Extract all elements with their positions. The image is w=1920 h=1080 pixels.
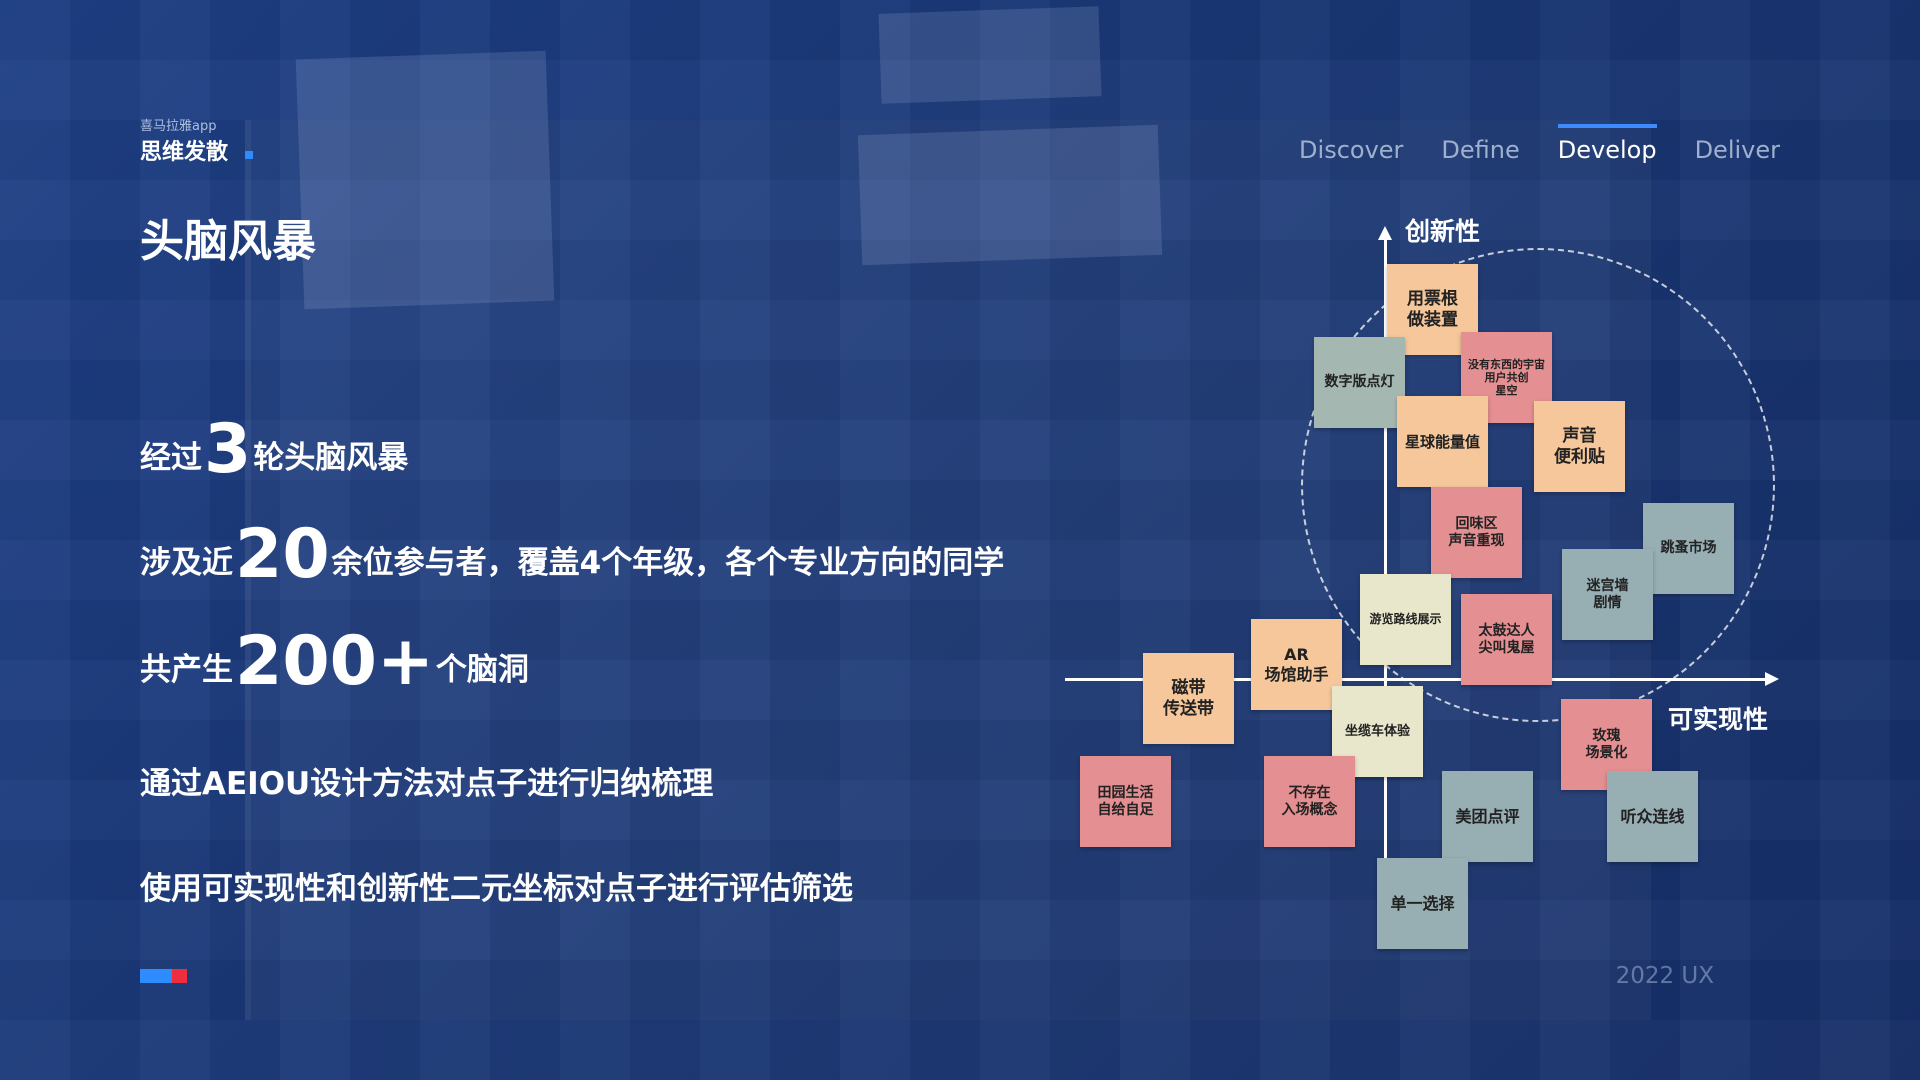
note-text: 回味区 声音重现 — [1448, 515, 1505, 549]
sticky-note: 美团点评 — [1442, 771, 1533, 862]
y-axis-arrow-icon — [1378, 226, 1392, 240]
stat-number: 20 — [235, 515, 330, 594]
stat-text: 共产生 — [140, 652, 233, 688]
accent-bar-red — [172, 969, 187, 983]
note-text: 田园生活 自给自足 — [1097, 784, 1154, 818]
sticky-note: 数字版点灯 — [1314, 337, 1405, 428]
background-paper-sheet — [878, 6, 1102, 104]
sticky-note: 游览路线展示 — [1360, 574, 1451, 665]
sticky-note: 听众连线 — [1607, 771, 1698, 862]
stat-line-rounds: 经过3轮头脑风暴 — [140, 410, 408, 489]
x-axis-label: 可实现性 — [1668, 705, 1769, 734]
y-axis-label: 创新性 — [1405, 217, 1481, 246]
note-text: 美团点评 — [1455, 806, 1520, 826]
sticky-note: 星球能量值 — [1397, 396, 1488, 487]
section-title: 思维发散 — [140, 140, 229, 165]
stat-text: 经过 — [140, 440, 202, 476]
stat-text: 余位参与者，覆盖4个年级，各个专业方向的同学 — [331, 545, 1005, 581]
tab-deliver[interactable]: Deliver — [1695, 136, 1780, 168]
sticky-note: 太鼓达人 尖叫鬼屋 — [1461, 594, 1552, 685]
watermark: 2022 UX — [1615, 963, 1714, 989]
note-text: 声音 便利贴 — [1554, 426, 1605, 467]
slide: 喜马拉雅app 思维发散 Discover Define Develop Del… — [0, 0, 1920, 1080]
stat-text: 个脑洞 — [435, 652, 529, 688]
note-text: 坐缆车体验 — [1344, 723, 1410, 739]
note-text: 数字版点灯 — [1324, 374, 1395, 391]
tab-discover[interactable]: Discover — [1299, 136, 1403, 168]
background-paper-sheet — [295, 50, 555, 310]
note-text: 没有东西的宇宙 用户共创 星空 — [1468, 357, 1545, 398]
section-dot — [245, 151, 253, 159]
note-text: 玫瑰 场景化 — [1585, 727, 1628, 761]
stat-line-ideas: 共产生200+个脑洞 — [140, 622, 529, 701]
sticky-note: AR 场馆助手 — [1251, 619, 1342, 710]
app-name: 喜马拉雅app — [140, 119, 217, 134]
note-text: 磁带 传送带 — [1163, 678, 1214, 719]
sticky-note: 迷宫墙 剧情 — [1562, 549, 1653, 640]
x-axis-arrow-icon — [1765, 672, 1779, 686]
note-text: 迷宫墙 剧情 — [1586, 577, 1629, 611]
phase-tabs: Discover Define Develop Deliver — [1299, 124, 1780, 168]
stat-line-participants: 涉及近20余位参与者，覆盖4个年级，各个专业方向的同学 — [140, 515, 1004, 594]
sticky-note: 回味区 声音重现 — [1431, 487, 1522, 578]
background-paper-sheet — [857, 124, 1163, 266]
sticky-note: 不存在 入场概念 — [1264, 756, 1355, 847]
stat-text: 涉及近 — [140, 545, 233, 581]
stat-text: 轮头脑风暴 — [253, 440, 409, 476]
tab-develop[interactable]: Develop — [1557, 124, 1657, 168]
stat-number: 3 — [204, 410, 252, 489]
note-text: 用票根 做装置 — [1407, 289, 1458, 330]
note-text: 游览路线展示 — [1369, 612, 1442, 627]
note-text: 不存在 入场概念 — [1281, 784, 1338, 818]
sticky-note: 跳蚤市场 — [1643, 503, 1734, 594]
method-line-aeiou: 通过AEIOU设计方法对点子进行归纳梳理 — [140, 766, 714, 802]
note-text: 太鼓达人 尖叫鬼屋 — [1478, 622, 1535, 656]
note-text: 星球能量值 — [1404, 432, 1480, 451]
tab-define[interactable]: Define — [1441, 136, 1519, 168]
sticky-note: 单一选择 — [1377, 858, 1468, 949]
sticky-note: 声音 便利贴 — [1534, 401, 1625, 492]
sticky-note: 磁带 传送带 — [1143, 653, 1234, 744]
method-line-matrix: 使用可实现性和创新性二元坐标对点子进行评估筛选 — [140, 871, 853, 907]
sticky-note: 田园生活 自给自足 — [1080, 756, 1171, 847]
note-text: 单一选择 — [1390, 893, 1455, 913]
note-text: 跳蚤市场 — [1660, 540, 1717, 557]
stat-number: 200+ — [235, 622, 434, 701]
note-text: 听众连线 — [1620, 806, 1685, 826]
accent-bar-blue — [140, 969, 172, 983]
page-title: 头脑风暴 — [140, 216, 316, 267]
note-text: AR 场馆助手 — [1264, 645, 1329, 684]
